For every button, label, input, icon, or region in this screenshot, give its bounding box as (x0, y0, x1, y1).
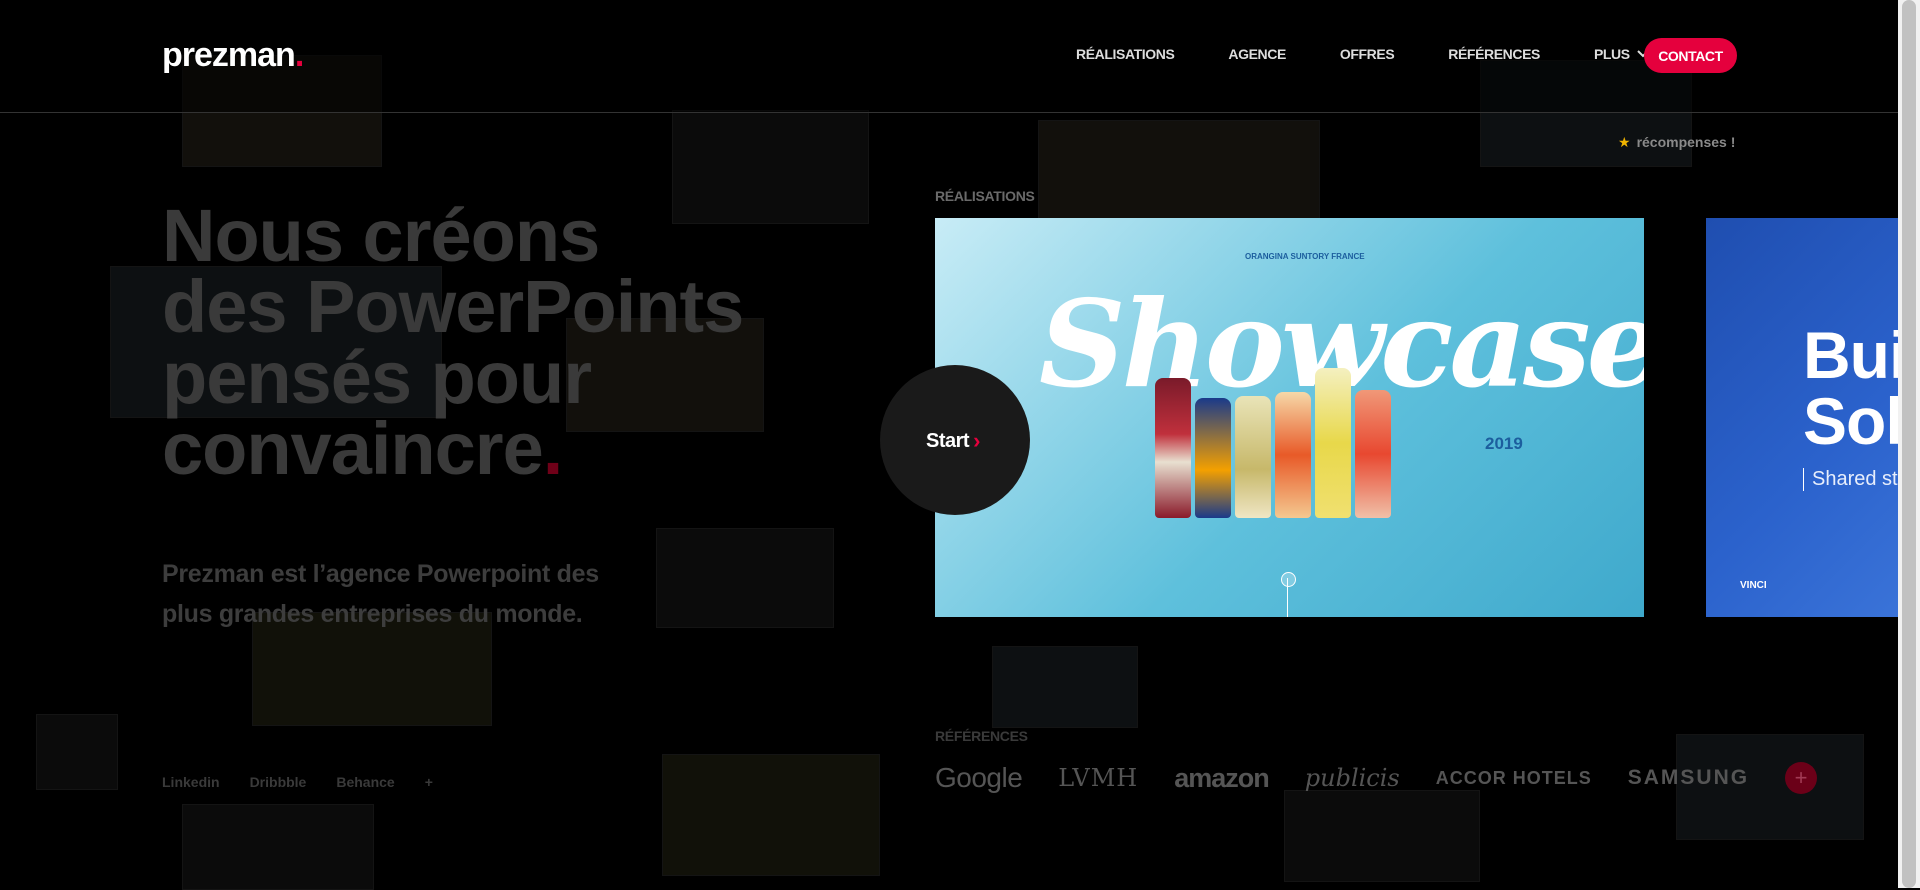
site-header: prezman. RÉALISATIONS AGENCE OFFRES RÉFÉ… (0, 0, 1898, 113)
references-label: RÉFÉRENCES (935, 728, 1028, 744)
nav-realisations[interactable]: RÉALISATIONS (1076, 46, 1175, 62)
vinci-logo: VINCI (1740, 580, 1767, 591)
awards-label: récompenses ! (1636, 134, 1736, 150)
slide2-subtitle: Shared st (1803, 468, 1898, 491)
nav-agence[interactable]: AGENCE (1228, 46, 1286, 62)
slide2-title: Bui Sol (1803, 322, 1898, 454)
nav-plus-label: PLUS (1593, 46, 1630, 62)
awards-link[interactable]: ★ récompenses ! (1618, 134, 1735, 151)
amazon-logo: amazon (1174, 762, 1270, 793)
nav-plus[interactable]: PLUS (1594, 46, 1650, 62)
start-button[interactable]: Start › (926, 428, 980, 454)
slide-year: 2019 (1485, 434, 1523, 453)
background-tile (656, 528, 834, 628)
social-more[interactable]: + (425, 774, 433, 790)
product-bottles (1155, 368, 1391, 518)
background-tile (992, 646, 1138, 728)
slide-indicator-line (1287, 578, 1288, 617)
background-tile (36, 714, 118, 790)
prezman-logo[interactable]: prezman. (162, 36, 305, 75)
references-logos: Google LVMH amazon publicis ACCOR HOTELS… (935, 762, 1818, 794)
logo-text: prezman (162, 36, 296, 74)
background-tile (1284, 790, 1480, 882)
hero-title-dot: . (542, 407, 564, 490)
chevron-right-icon: › (973, 428, 980, 453)
lvmh-logo: LVMH (1058, 764, 1139, 792)
hero-title: Nous créons des PowerPoints pensés pour … (162, 199, 762, 486)
slide-indicator (1281, 572, 1296, 587)
social-dribbble[interactable]: Dribbble (250, 774, 307, 790)
samsung-logo: SAMSUNG (1627, 766, 1750, 789)
background-tile (182, 804, 374, 890)
google-logo: Google (935, 762, 1023, 793)
social-links: Linkedin Dribbble Behance + (162, 774, 433, 790)
hero-subtitle: Prezman est l’agence Powerpoint des plus… (162, 560, 599, 628)
slide2-title-line: Sol (1803, 384, 1898, 458)
bottle (1235, 396, 1271, 518)
background-tile (1038, 120, 1320, 220)
accor-hotels-logo: ACCOR HOTELS (1435, 767, 1592, 788)
publicis-logo: publicis (1304, 764, 1400, 792)
main-nav: RÉALISATIONS AGENCE OFFRES RÉFÉRENCES PL… (1076, 46, 1704, 62)
logo-dot: . (294, 36, 305, 74)
slide2-title-line: Bui (1803, 318, 1898, 392)
scrollbar-thumb[interactable] (1902, 0, 1916, 888)
slide-brand: ORANGINA SUNTORY FRANCE (1245, 252, 1365, 261)
bottle (1315, 368, 1351, 518)
scrollbar[interactable] (1898, 0, 1920, 888)
contact-button[interactable]: CONTACT (1644, 38, 1737, 73)
background-tile (662, 754, 880, 876)
nav-references[interactable]: RÉFÉRENCES (1448, 46, 1540, 62)
hero-title-line: convaincre (162, 407, 544, 490)
start-label: Start (926, 429, 970, 452)
star-icon: ★ (1618, 134, 1631, 150)
vinci-slide[interactable]: Bui Sol Shared st VINCI (1706, 218, 1898, 617)
bottle (1355, 390, 1391, 518)
bottle (1195, 398, 1231, 518)
social-linkedin[interactable]: Linkedin (162, 774, 220, 790)
realisations-label: RÉALISATIONS (935, 188, 1035, 204)
bottle (1155, 378, 1191, 518)
social-behance[interactable]: Behance (336, 774, 394, 790)
bottle (1275, 392, 1311, 518)
nav-offres[interactable]: OFFRES (1340, 46, 1395, 62)
showcase-slide[interactable]: ORANGINA SUNTORY FRANCE Showcase 2019 (935, 218, 1644, 617)
more-references-button[interactable]: + (1785, 762, 1818, 794)
